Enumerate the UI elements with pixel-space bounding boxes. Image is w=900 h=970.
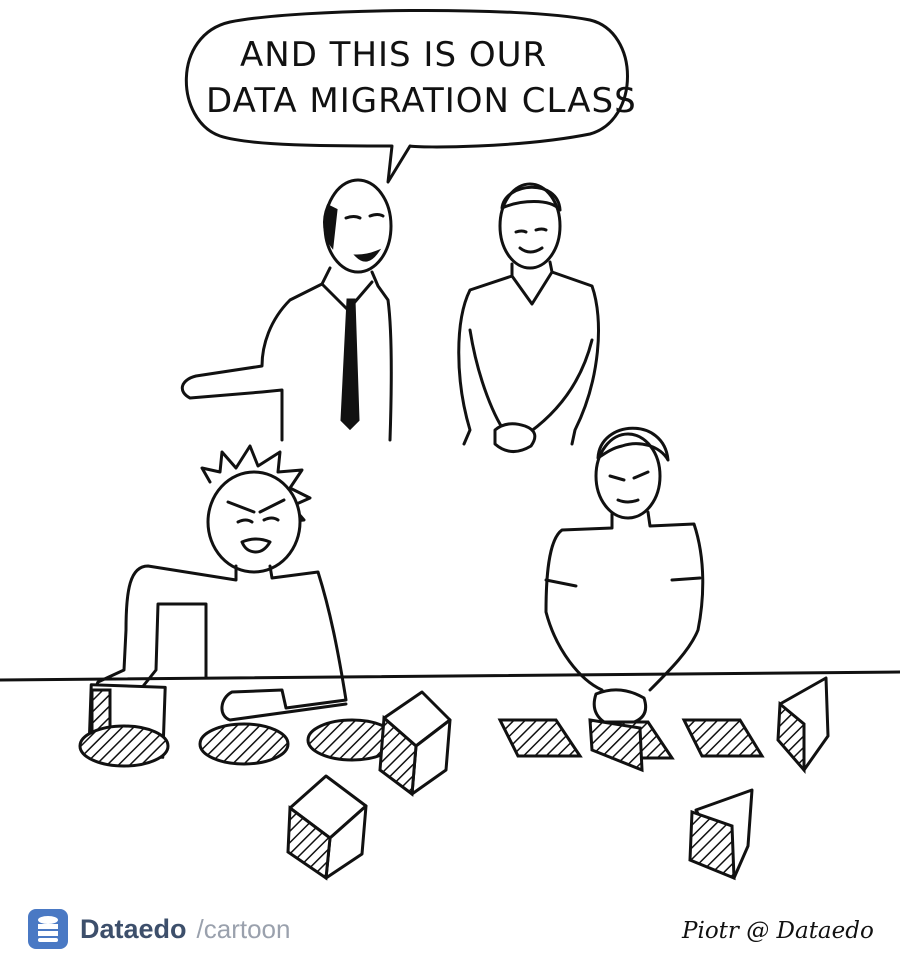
cube-block-2	[286, 774, 368, 881]
visitor-figure	[457, 182, 600, 453]
table-edge	[0, 670, 900, 682]
cube-block-1	[378, 690, 452, 797]
wedge-block-2	[688, 788, 754, 881]
database-icon	[28, 909, 68, 949]
wedge-block-hand	[588, 718, 644, 773]
speech-line-1: AND THIS IS OUR	[240, 35, 547, 75]
angry-student-figure	[87, 444, 348, 759]
calm-student-figure	[544, 426, 705, 724]
round-holes	[78, 718, 398, 768]
speech-line-2: DATA MIGRATION CLASS	[206, 81, 637, 121]
brand-section: /cartoon	[196, 913, 291, 944]
teacher-figure	[180, 178, 393, 442]
wedge-block-1	[776, 676, 830, 775]
brand-name: Dataedo	[80, 913, 187, 944]
cartoon-illustration: AND THIS IS OUR DATA MIGRATION CLASS	[0, 8, 900, 881]
artist-signature: Piotr @ Dataedo	[682, 918, 874, 944]
brand-footer: Dataedo /cartoon	[28, 906, 290, 952]
speech-bubble: AND THIS IS OUR DATA MIGRATION CLASS	[184, 8, 637, 184]
